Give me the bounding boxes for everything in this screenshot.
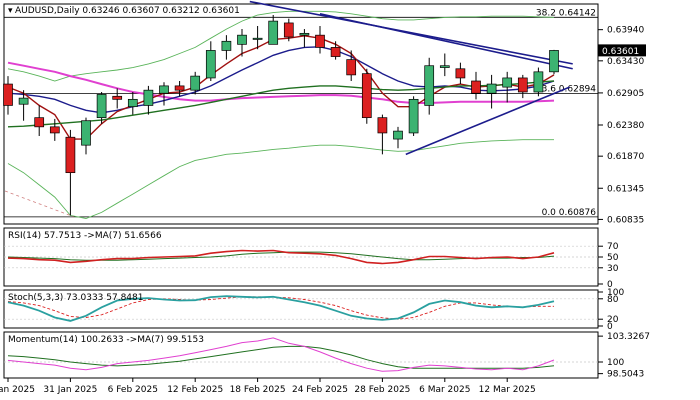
candle-bull [96, 94, 107, 119]
candle-bear [112, 95, 123, 100]
momentum-ma-line [7, 345, 555, 369]
price-tick-label: 0.62905 [607, 89, 644, 99]
date-tick-label: 27 Jan 2025 [0, 385, 35, 395]
momentum-tick-label: 103.3267 [607, 332, 650, 342]
momentum-tick-label: 100 [607, 358, 624, 368]
candle-bull [127, 98, 138, 108]
price-tick-label: 0.61870 [607, 152, 644, 162]
date-tick-label: 31 Jan 2025 [43, 385, 97, 395]
rsi-series-layer [4, 245, 598, 269]
price-tick-label: 0.63430 [607, 57, 644, 67]
candle-bear [517, 77, 528, 93]
candle-bear [65, 136, 76, 174]
stoch-title: Stoch(5,3,3) 73.0333 57.8481 [8, 293, 143, 303]
candle-bull [268, 20, 279, 45]
candle-bear [174, 85, 185, 91]
current-price-label: 0.63601 [602, 47, 639, 57]
price-series-layer: 38.2 0.6414223.6 0.628940.0 0.60876 [3, 0, 598, 219]
rsi-tick-label: 70 [607, 242, 619, 252]
date-tick-label: 24 Feb 2025 [292, 385, 348, 395]
candle-bull [252, 37, 263, 40]
forex-chart[interactable]: 38.2 0.6414223.6 0.628940.0 0.60876 0.63… [0, 0, 700, 400]
rsi-tick-label: 30 [607, 264, 619, 274]
candle-bull [439, 65, 450, 68]
date-tick-label: 6 Mar 2025 [419, 385, 470, 395]
candle-bull [205, 50, 216, 79]
candle-bear [49, 126, 60, 134]
main-title-icon-triangle: ▾ [8, 6, 13, 16]
fib-level-label: 23.6 0.62894 [536, 85, 596, 95]
main-title: AUDUSD,Daily 0.63246 0.63607 0.63212 0.6… [15, 6, 240, 16]
candle-bear [283, 22, 294, 38]
candle-bull [221, 40, 232, 51]
candle-bear [471, 80, 481, 94]
candle-bear [330, 47, 341, 57]
candle-bull [143, 89, 154, 106]
candle-bull [159, 85, 169, 94]
date-tick-label: 18 Feb 2025 [230, 385, 286, 395]
date-tick-label: 6 Feb 2025 [108, 385, 158, 395]
price-tick-label: 0.63940 [607, 26, 644, 36]
price-tick-label: 0.61345 [607, 184, 644, 194]
candle-bull [237, 34, 247, 45]
candle-bear [377, 117, 388, 134]
stoch-tick-label: 0 [607, 322, 613, 332]
moving-average-navy [7, 46, 555, 114]
price-tick-label: 0.60835 [607, 215, 644, 225]
candle-bull [81, 120, 91, 146]
rsi-tick-label: 50 [607, 253, 619, 263]
candle-bull [549, 50, 559, 73]
fib-level-label: 0.0 0.60876 [542, 208, 597, 218]
trendline [4, 190, 74, 218]
date-tick-label: 12 Mar 2025 [479, 385, 536, 395]
candle-bull [533, 71, 544, 93]
candle-bear [346, 59, 357, 76]
candle-bull [18, 97, 29, 105]
candle-bear [455, 68, 466, 79]
candle-bull [393, 130, 403, 140]
stoch-tick-label: 80 [607, 295, 619, 305]
trendline [249, 0, 573, 65]
candle-bear [315, 34, 325, 48]
candle-bull [299, 32, 310, 36]
date-tick-label: 12 Feb 2025 [167, 385, 223, 395]
candle-bull [502, 77, 513, 88]
rsi-title: RSI(14) 57.7513 ->MA(7) 51.6566 [8, 231, 162, 241]
candle-bear [361, 73, 372, 119]
momentum-title: Momentum(14) 100.2633 ->MA(7) 99.5153 [8, 335, 204, 345]
candle-bear [34, 117, 45, 128]
candle-bear [3, 83, 13, 106]
candle-bull [408, 98, 419, 134]
candle-bull [424, 65, 435, 106]
date-tick-label: 28 Feb 2025 [354, 385, 410, 395]
lower-band-line [7, 139, 554, 219]
candle-bull [190, 75, 201, 91]
price-tick-label: 0.62380 [607, 121, 644, 131]
candle-bull [486, 83, 497, 94]
momentum-tick-label: 98.5043 [607, 370, 644, 380]
